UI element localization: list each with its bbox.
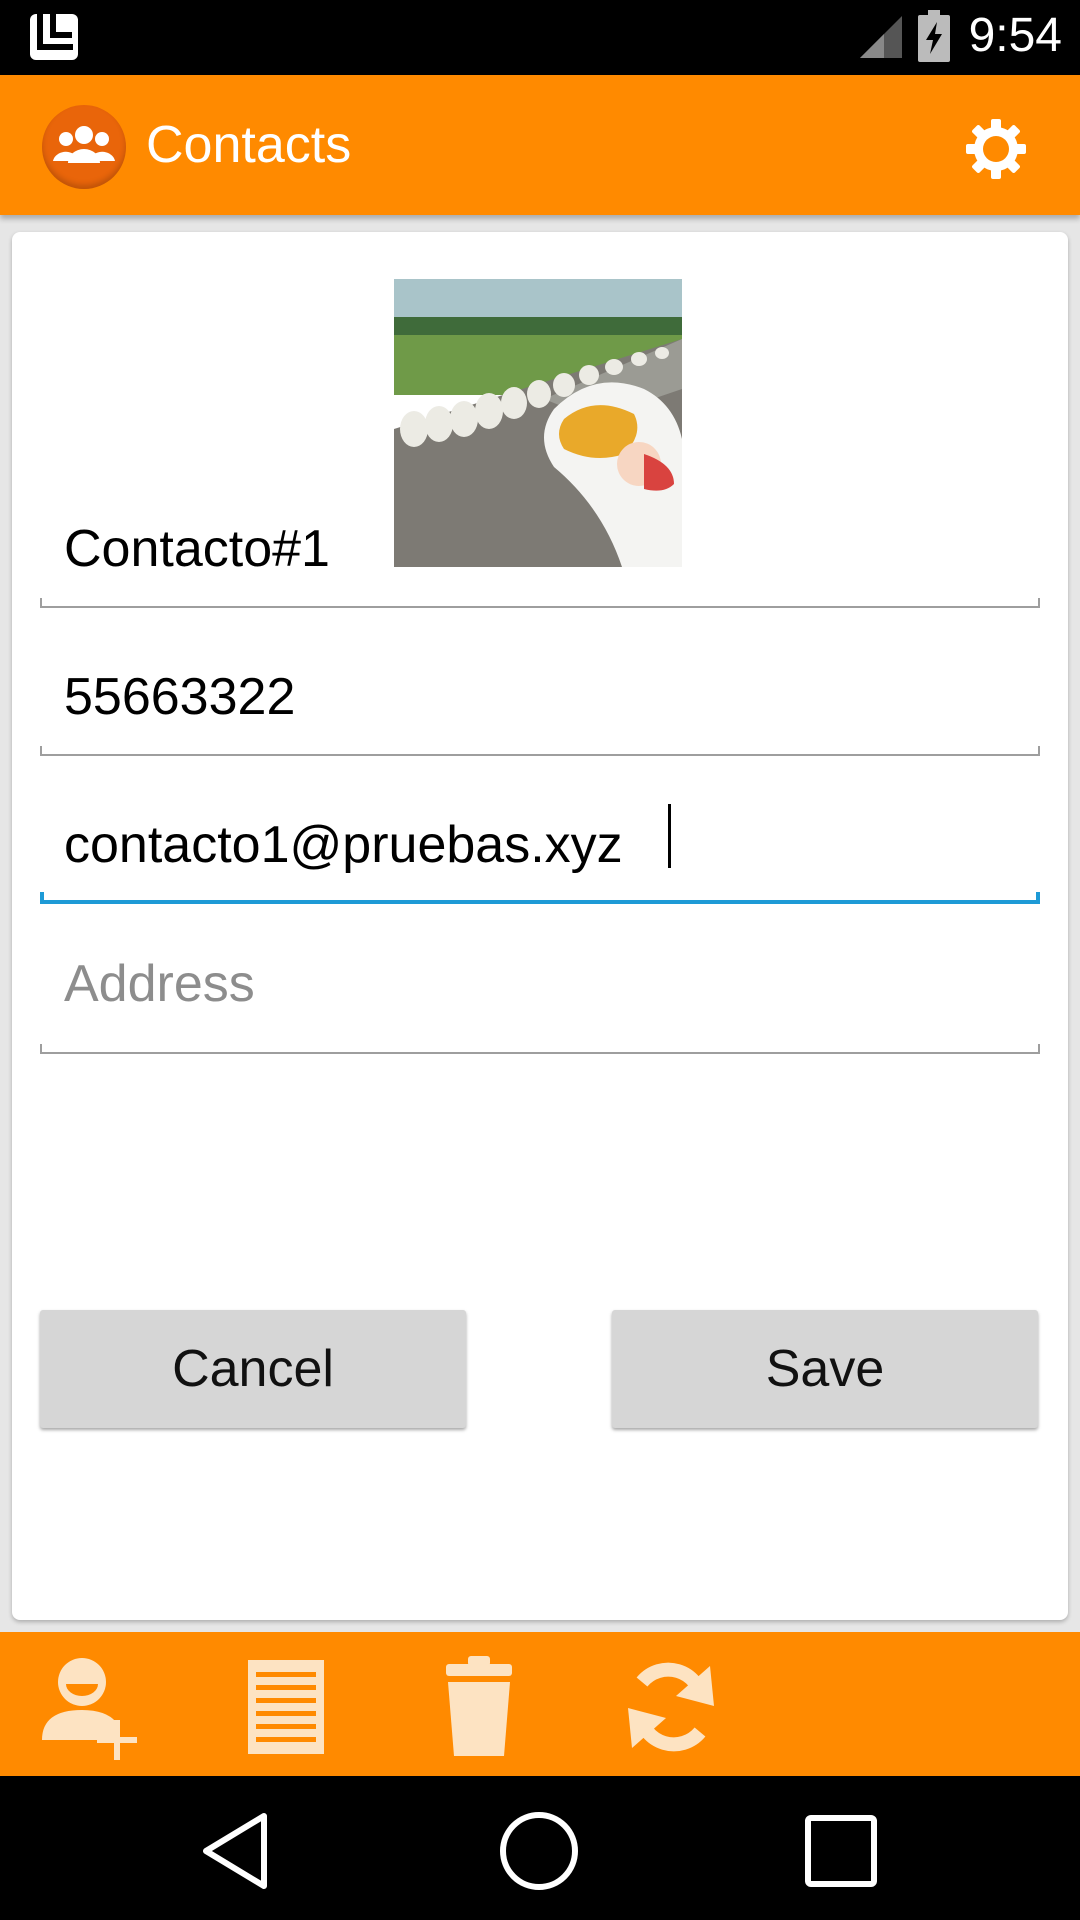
launcher-icon	[30, 12, 78, 60]
phone-input[interactable]	[40, 638, 1040, 756]
address-field[interactable]	[40, 914, 1040, 1054]
name-field[interactable]	[40, 490, 1040, 608]
cancel-button[interactable]: Cancel	[40, 1310, 466, 1428]
address-underline	[40, 1044, 1040, 1054]
home-icon[interactable]	[494, 1806, 584, 1896]
bottom-toolbar	[0, 1632, 1080, 1776]
list-icon[interactable]	[232, 1652, 342, 1762]
save-button[interactable]: Save	[612, 1310, 1038, 1428]
email-input[interactable]	[40, 786, 1040, 904]
status-clock: 9:54	[968, 9, 1062, 62]
name-input[interactable]	[40, 490, 1040, 608]
text-cursor	[668, 804, 671, 868]
gear-icon[interactable]	[960, 113, 1032, 185]
address-input[interactable]	[40, 914, 1040, 1054]
contacts-group-icon[interactable]	[42, 105, 126, 189]
signal-icon	[860, 16, 902, 58]
back-icon[interactable]	[194, 1806, 284, 1896]
add-contact-icon[interactable]	[40, 1652, 150, 1762]
navigation-bar	[0, 1776, 1080, 1920]
email-field[interactable]	[40, 786, 1040, 904]
app-title: Contacts	[146, 116, 352, 174]
status-bar: 9:54	[0, 0, 1080, 75]
app-bar: Contacts	[0, 75, 1080, 215]
email-underline	[40, 892, 1040, 904]
phone-underline	[40, 746, 1040, 756]
trash-icon[interactable]	[424, 1652, 534, 1762]
sync-icon[interactable]	[616, 1652, 726, 1762]
contact-form-card: Cancel Save	[12, 232, 1068, 1620]
battery-charging-icon	[918, 10, 950, 62]
name-underline	[40, 598, 1040, 608]
recents-icon[interactable]	[796, 1806, 886, 1896]
phone-field[interactable]	[40, 638, 1040, 756]
